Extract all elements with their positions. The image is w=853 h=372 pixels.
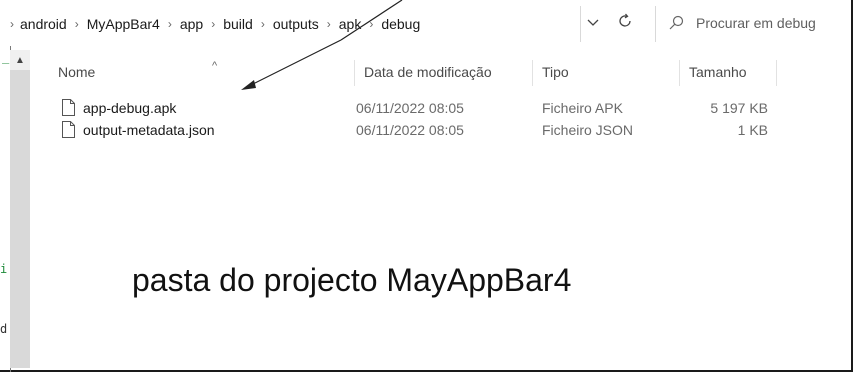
arrow-head: [241, 80, 256, 90]
annotation-arrow: [241, 0, 403, 90]
